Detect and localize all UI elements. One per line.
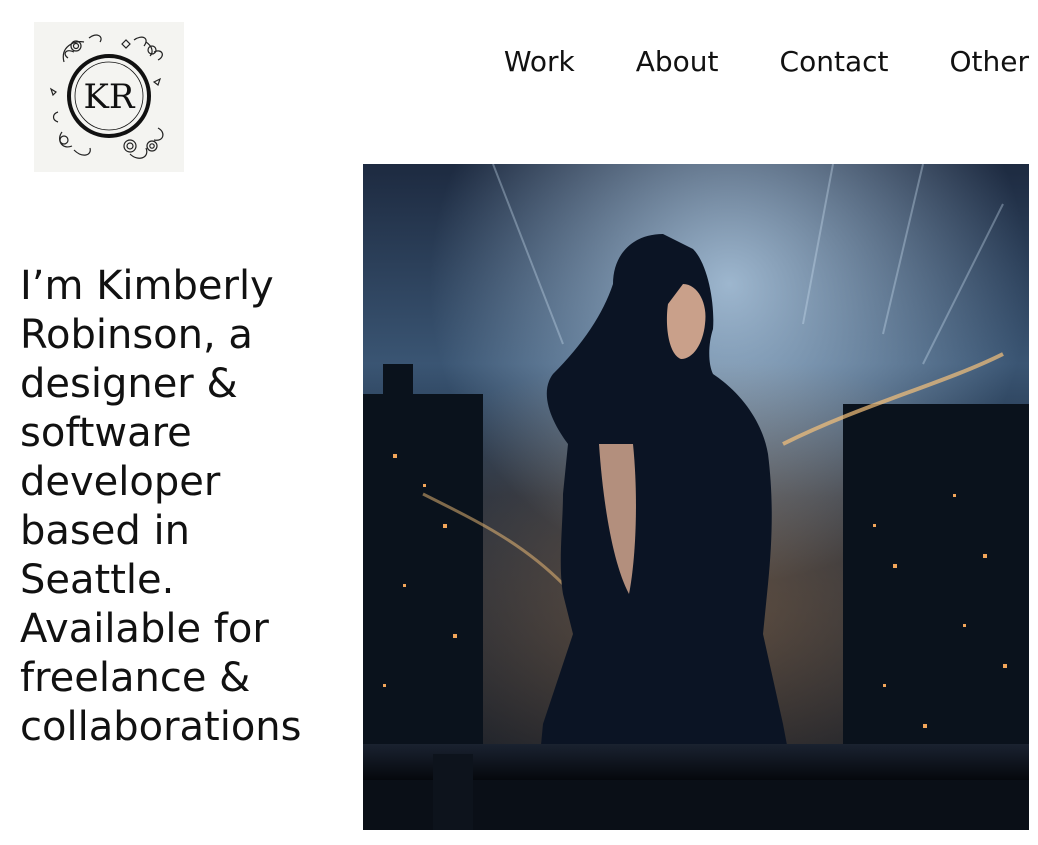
nav-other[interactable]: Other	[949, 44, 1029, 80]
main-nav: Work About Contact Other	[504, 44, 1029, 80]
nav-about[interactable]: About	[636, 44, 719, 80]
floral-wreath-monogram-icon: KR	[49, 34, 164, 159]
nav-work[interactable]: Work	[504, 44, 575, 80]
nav-contact[interactable]: Contact	[780, 44, 889, 80]
intro-heading: I’m Kimberly Robinson, a designer & soft…	[20, 263, 302, 750]
woman-overlooking-night-city-image	[363, 164, 1029, 830]
site-logo[interactable]: KR	[34, 22, 184, 172]
hero-image	[363, 164, 1029, 830]
logo-monogram: KR	[84, 77, 136, 117]
